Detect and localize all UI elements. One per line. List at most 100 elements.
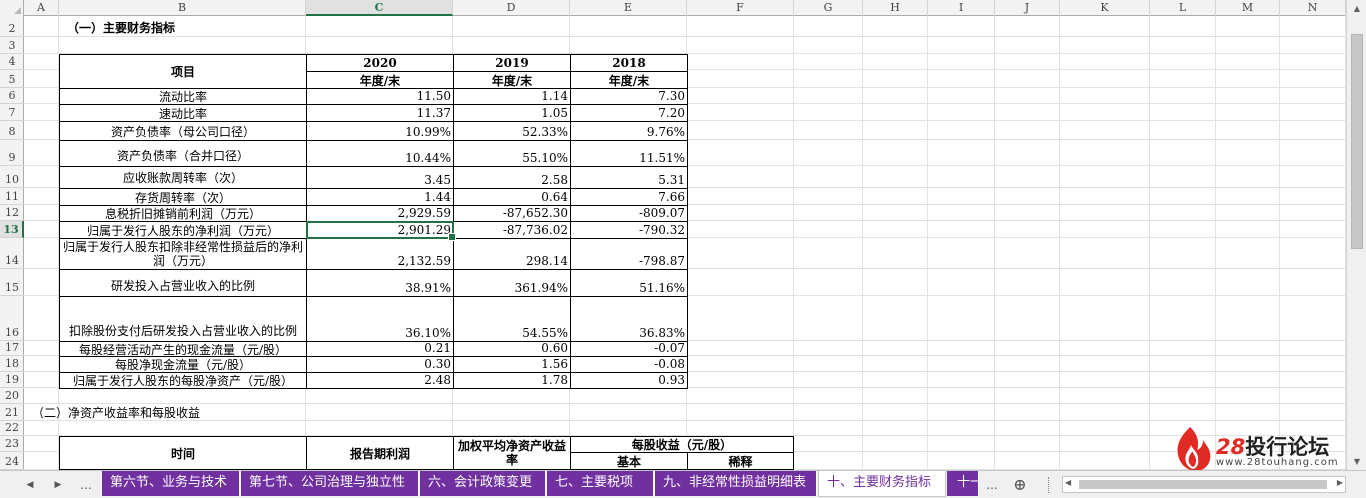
row-header-4[interactable]: 4 [0, 54, 24, 70]
row-header-17[interactable]: 17 [0, 341, 24, 356]
logo-url: www.28touhang.com [1216, 457, 1339, 468]
column-header-c[interactable]: C [306, 0, 453, 16]
row-header-14[interactable]: 14 [0, 238, 24, 269]
indicator-label: 每股净现金流量（元/股） [59, 356, 307, 373]
value-2020: 1.44 [306, 188, 454, 206]
column-header-b[interactable]: B [59, 0, 306, 16]
row-header-24[interactable]: 24 [0, 452, 24, 470]
section1-title: （一）主要财务指标 [67, 20, 176, 35]
logo-number: 28 [1216, 435, 1246, 459]
select-all-button[interactable] [0, 0, 24, 16]
value-2018: 0.93 [570, 372, 688, 389]
value-2020: 10.99% [306, 121, 454, 141]
column-gridline [994, 16, 995, 470]
column-header-i[interactable]: I [928, 0, 995, 16]
indicator-label: 每股经营活动产生的现金流量（元/股） [59, 341, 307, 357]
sheet-tab[interactable]: 十、主要财务指标 [818, 471, 946, 497]
row-header-bar[interactable]: 2 3 4 5 6 7 8 9 10 11 12 13 14 15 16 17 18 19 20 21 22 23 24 [0, 16, 24, 470]
row-header-8[interactable]: 8 [0, 121, 24, 140]
row-header-20[interactable]: 20 [0, 388, 24, 404]
row-header-19[interactable]: 19 [0, 372, 24, 388]
period-header: 年度/末 [306, 71, 454, 89]
profit-header: 报告期利润 [306, 436, 454, 470]
indicator-label: 应收账款周转率（次） [59, 166, 307, 189]
column-header-n[interactable]: N [1280, 0, 1346, 16]
value-2018: -790.32 [570, 221, 688, 239]
year-header-2020: 2020 [306, 54, 454, 72]
value-2019: 298.14 [453, 238, 571, 270]
horizontal-scrollbar[interactable]: ◀ ▶ [1062, 476, 1346, 493]
row-header-12[interactable]: 12 [0, 205, 24, 221]
value-2018: 5.31 [570, 166, 688, 189]
sheet-tab[interactable]: 第六节、业务与技术 [102, 471, 240, 496]
sheet-tab[interactable]: 七、主要税项 [547, 471, 654, 496]
column-header-h[interactable]: H [863, 0, 928, 16]
row-header-3[interactable]: 3 [0, 37, 24, 54]
indicator-label: 归属于发行人股东扣除非经常性损益后的净利润（万元） [59, 238, 307, 270]
row-header-21[interactable]: 21 [0, 404, 24, 421]
value-2020: 38.91% [306, 269, 454, 297]
sheet-tab[interactable]: 九、非经常性损益明细表 [655, 471, 817, 496]
row-header-23[interactable]: 23 [0, 436, 24, 452]
row-header-15[interactable]: 15 [0, 269, 24, 296]
column-header-g[interactable]: G [794, 0, 863, 16]
scroll-left-icon[interactable]: ◀ [1065, 478, 1071, 487]
row-header-16[interactable]: 16 [0, 296, 24, 341]
column-header-m[interactable]: M [1216, 0, 1280, 16]
row-header-10[interactable]: 10 [0, 166, 24, 188]
row-header-22[interactable]: 22 [0, 421, 24, 436]
row-header-13[interactable]: 13 [0, 221, 24, 238]
column-header-j[interactable]: J [995, 0, 1060, 16]
sheet-tab[interactable]: 十一 [947, 471, 979, 496]
scroll-down-icon[interactable]: ▼ [1347, 453, 1366, 470]
column-header-e[interactable]: E [570, 0, 687, 16]
section2-title: （二）净资产收益率和每股收益 [32, 405, 201, 420]
row-header-9[interactable]: 9 [0, 140, 24, 166]
value-2018: 51.16% [570, 269, 688, 297]
add-sheet-icon[interactable]: ⊕ [1010, 475, 1030, 495]
column-header-a[interactable]: A [24, 0, 59, 16]
column-header-bar[interactable]: ABCDEFGHIJKLMN [0, 0, 1346, 16]
vertical-scrollbar[interactable]: ▲ ▼ [1346, 0, 1366, 470]
scroll-right-icon[interactable]: ▶ [1337, 478, 1343, 487]
value-2019: 0.60 [453, 341, 571, 357]
spreadsheet-grid[interactable]: ABCDEFGHIJKLMN 2 3 4 5 6 7 8 9 10 11 12 13 14 15 16 17 1… [0, 0, 1346, 470]
horizontal-scroll-thumb[interactable] [1079, 480, 1327, 489]
prev-sheet-icon[interactable]: ◀ [20, 475, 40, 495]
row-header-2[interactable]: 2 [0, 16, 24, 37]
row-header-11[interactable]: 11 [0, 188, 24, 205]
column-header-d[interactable]: D [453, 0, 570, 16]
value-2020: 10.44% [306, 140, 454, 167]
column-header-l[interactable]: L [1150, 0, 1216, 16]
value-2019: 54.55% [453, 296, 571, 342]
next-sheet-icon[interactable]: ▶ [48, 475, 68, 495]
row-header-18[interactable]: 18 [0, 356, 24, 372]
value-2019: -87,652.30 [453, 205, 571, 222]
sheet-tab[interactable]: 六、会计政策变更 [420, 471, 546, 496]
selected-cell[interactable] [306, 221, 456, 241]
item-header: 项目 [59, 54, 307, 89]
more-sheets-left-button[interactable]: ... [76, 475, 96, 495]
column-gridline [1279, 16, 1280, 470]
column-gridline [1059, 16, 1060, 470]
value-2020: 0.30 [306, 356, 454, 373]
eps-diluted-header: 稀释 [687, 452, 794, 470]
value-2020: 3.45 [306, 166, 454, 189]
more-sheets-right-button[interactable]: ... [982, 475, 1002, 495]
scroll-up-icon[interactable]: ▲ [1347, 0, 1366, 17]
value-2020: 36.10% [306, 296, 454, 342]
indicator-label: 归属于发行人股东的净利润（万元） [59, 221, 307, 239]
vertical-scroll-thumb[interactable] [1351, 34, 1363, 249]
tab-splitter[interactable] [1048, 477, 1050, 493]
column-gridline [927, 16, 928, 470]
sheet-tab-bar: ◀ ▶ ... 第六节、业务与技术 第七节、公司治理与独立性 六、会计政策变更 七、主… [0, 470, 1366, 498]
row-header-5[interactable]: 5 [0, 70, 24, 88]
column-header-k[interactable]: K [1060, 0, 1150, 16]
sheet-tab[interactable]: 第七节、公司治理与独立性 [241, 471, 419, 496]
value-2020: 0.21 [306, 341, 454, 357]
row-header-6[interactable]: 6 [0, 88, 24, 104]
value-2019: 55.10% [453, 140, 571, 167]
row-header-7[interactable]: 7 [0, 104, 24, 121]
column-header-f[interactable]: F [687, 0, 794, 16]
column-gridline [1215, 16, 1216, 470]
